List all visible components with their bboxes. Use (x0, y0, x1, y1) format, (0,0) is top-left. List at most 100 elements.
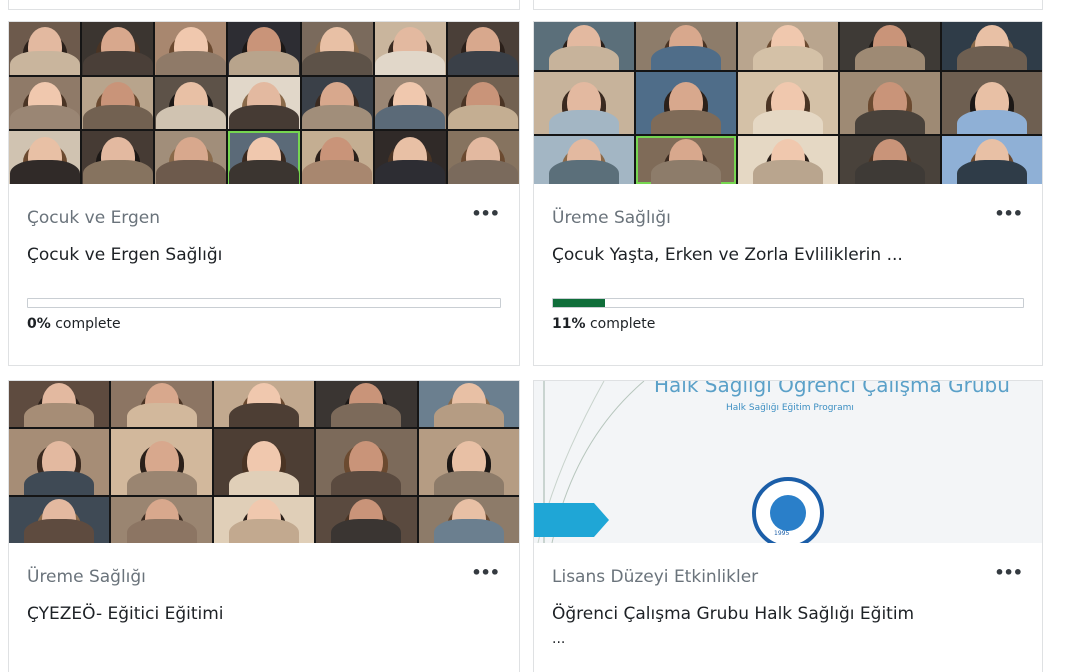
person-body (228, 470, 299, 495)
progress-label: complete (50, 316, 121, 332)
course-image[interactable] (9, 22, 519, 184)
person-body (228, 403, 299, 428)
course-category: Lisans Düzeyi Etkinlikler (552, 567, 759, 587)
person-body (855, 110, 925, 135)
video-tile (301, 76, 373, 130)
video-tile (213, 429, 315, 495)
slide-title: Halk Sağlığı Öğrenci Çalışma Grubu (654, 381, 1010, 397)
course-card[interactable]: Üreme Sağlığı ••• ÇYEZEÖ- Eğitici Eğitim… (8, 380, 520, 672)
video-tile (213, 381, 315, 428)
person-body (331, 470, 402, 495)
video-tile (9, 131, 81, 184)
person-body (9, 105, 80, 130)
course-name-link[interactable]: Öğrenci Çalışma Grubu Halk Sağlığı Eğiti… (552, 601, 1024, 627)
video-tile (155, 76, 227, 130)
person-body (549, 45, 619, 70)
progress-percent: 11% (552, 316, 586, 332)
person-body (228, 519, 299, 543)
video-tile (636, 136, 736, 184)
person-body (228, 50, 299, 75)
person-body (9, 160, 80, 184)
person-body (375, 160, 446, 184)
video-grid-image (9, 381, 519, 543)
course-overview: Çocuk ve Ergen ••• Çocuk ve Ergen Sağlığ… (0, 0, 1066, 672)
person-body (228, 105, 299, 130)
person-body (855, 45, 925, 70)
person-body (375, 50, 446, 75)
person-body (228, 160, 299, 184)
video-tile (738, 136, 838, 184)
video-tile (9, 496, 110, 543)
video-tile (942, 22, 1042, 70)
person-body (957, 160, 1027, 184)
video-tile (942, 136, 1042, 184)
person-body (155, 50, 226, 75)
logo-year: 1995 (774, 530, 790, 537)
course-card[interactable]: Çocuk ve Ergen ••• Çocuk ve Ergen Sağlığ… (8, 21, 520, 366)
card-stub-above-right (533, 0, 1043, 10)
video-tile (301, 131, 373, 184)
video-tile (374, 131, 446, 184)
person-body (82, 105, 153, 130)
course-name-link[interactable]: Çocuk Yaşta, Erken ve Zorla Evliliklerin… (552, 242, 1024, 268)
person-body (651, 110, 721, 135)
person-body (651, 45, 721, 70)
video-tile (111, 496, 212, 543)
person-body (24, 470, 95, 495)
video-tile (636, 71, 736, 135)
person-body (433, 519, 504, 543)
person-body (753, 45, 823, 70)
person-body (957, 45, 1027, 70)
video-tile (9, 381, 110, 428)
person-body (24, 403, 95, 428)
course-image[interactable]: Halk Sağlığı Öğrenci Çalışma Grubu Halk … (534, 381, 1042, 543)
course-image[interactable] (534, 22, 1042, 184)
more-options-icon[interactable]: ••• (994, 565, 1023, 581)
person-body (855, 160, 925, 184)
video-tile (738, 22, 838, 70)
person-body (375, 105, 446, 130)
video-tile (316, 381, 417, 428)
video-tile (418, 381, 519, 428)
person-body (82, 160, 153, 184)
video-tile (9, 429, 110, 495)
person-body (155, 160, 226, 184)
video-tile (636, 22, 736, 70)
person-body (651, 160, 721, 184)
person-body (302, 50, 373, 75)
person-body (302, 160, 373, 184)
course-name-link[interactable]: Çocuk ve Ergen Sağlığı (27, 242, 501, 268)
person-body (24, 519, 95, 543)
video-tile (738, 71, 838, 135)
course-image[interactable] (9, 381, 519, 543)
more-options-icon[interactable]: ••• (471, 206, 500, 222)
video-tile (316, 496, 417, 543)
video-tile (534, 71, 634, 135)
course-name-link[interactable]: ÇYEZEÖ- Eğitici Eğitimi (27, 601, 501, 627)
video-grid-image (534, 22, 1042, 184)
course-card[interactable]: Halk Sağlığı Öğrenci Çalışma Grubu Halk … (533, 380, 1043, 672)
more-options-icon[interactable]: ••• (994, 206, 1023, 222)
progress-bar (552, 298, 1024, 308)
card-stub-above-left (8, 0, 520, 10)
video-tile (155, 22, 227, 75)
person-body (549, 160, 619, 184)
video-tile (447, 131, 519, 184)
course-card[interactable]: Üreme Sağlığı ••• Çocuk Yaşta, Erken ve … (533, 21, 1043, 366)
person-body (433, 470, 504, 495)
progress-label: complete (585, 316, 656, 332)
video-tile (228, 76, 300, 130)
video-tile (374, 76, 446, 130)
video-tile (9, 76, 81, 130)
person-body (126, 403, 197, 428)
video-tile (228, 22, 300, 75)
video-tile (418, 496, 519, 543)
video-grid-image (9, 22, 519, 184)
video-tile (534, 136, 634, 184)
video-tile (301, 22, 373, 75)
person-body (549, 110, 619, 135)
person-body (9, 50, 80, 75)
more-options-icon[interactable]: ••• (471, 565, 500, 581)
progress-bar-fill (553, 299, 605, 307)
progress-text: 0% complete (27, 316, 501, 332)
